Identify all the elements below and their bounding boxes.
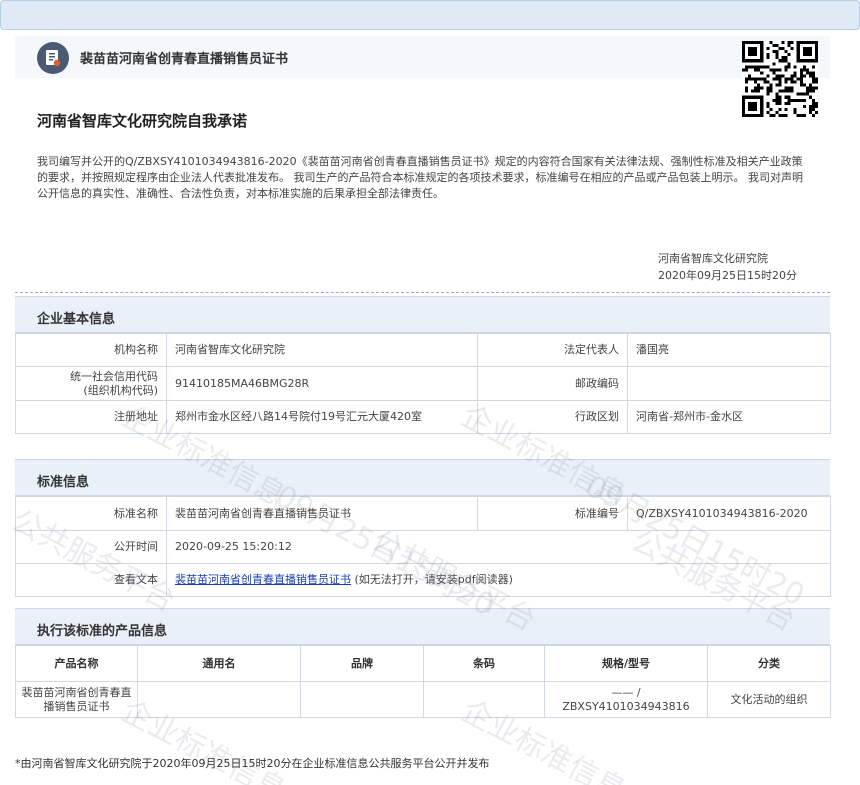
standard-code-label: 标准编号 <box>477 496 628 531</box>
qr-code-icon <box>742 41 818 117</box>
pledge-org: 河南省智库文化研究院 <box>658 252 768 265</box>
col-common-name: 通用名 <box>137 645 301 682</box>
products-header: 执行该标准的产品信息 <box>15 608 830 645</box>
basic-info-table: 机构名称 河南省智库文化研究院 法定代表人 潘国亮 统一社会信用代码 (组织机构… <box>15 333 831 434</box>
category-cell: 文化活动的组织 <box>707 681 831 718</box>
standard-name-value: 裴苗苗河南省创青春直播销售员证书 <box>166 496 478 531</box>
table-row: 查看文本 裴苗苗河南省创青春直播销售员证书 (如无法打开，请安装pdf阅读器) <box>15 563 831 597</box>
products-title: 执行该标准的产品信息 <box>37 624 168 639</box>
org-name-value: 河南省智库文化研究院 <box>166 333 478 367</box>
view-text-cell: 裴苗苗河南省创青春直播销售员证书 (如无法打开，请安装pdf阅读器) <box>166 563 831 597</box>
barcode-cell <box>423 681 545 718</box>
browser-top-bar <box>0 0 860 30</box>
product-name-cell: 裴苗苗河南省创青春直播销售员证书 <box>15 681 138 718</box>
postal-code-value <box>627 366 831 401</box>
table-row: 统一社会信用代码 (组织机构代码) 91410185MA46BMG28R 邮政编… <box>15 366 831 401</box>
table-row: 公开时间 2020-09-25 15:20:12 <box>15 530 831 564</box>
basic-info-title: 企业基本信息 <box>37 312 116 327</box>
section-divider <box>15 292 830 293</box>
standard-info-title: 标准信息 <box>37 475 90 490</box>
table-header-row: 产品名称 通用名 品牌 条码 规格/型号 分类 <box>15 645 831 682</box>
pdf-reader-hint: (如无法打开，请安装pdf阅读器) <box>351 573 513 586</box>
pledge-body: 我司编写并公开的Q/ZBXSY4101034943816-2020《裴苗苗河南省… <box>37 155 803 200</box>
common-name-cell <box>137 681 301 718</box>
legal-rep-value: 潘国亮 <box>627 333 831 367</box>
standard-code-value: Q/ZBXSY4101034943816-2020 <box>627 496 831 531</box>
col-spec: 规格/型号 <box>544 645 708 682</box>
publish-time-label: 公开时间 <box>15 530 167 564</box>
table-row: 标准名称 裴苗苗河南省创青春直播销售员证书 标准编号 Q/ZBXSY410103… <box>15 496 831 531</box>
pledge-date: 2020年09月25日15时20分 <box>658 269 797 282</box>
spec-cell: —— / ZBXSY4101034943816 <box>544 681 708 718</box>
table-row: 机构名称 河南省智库文化研究院 法定代表人 潘国亮 <box>15 333 831 367</box>
address-label: 注册地址 <box>15 400 167 434</box>
brand-cell <box>300 681 424 718</box>
pledge-signature: 河南省智库文化研究院 2020年09月25日15时20分 <box>658 250 797 284</box>
col-category: 分类 <box>707 645 831 682</box>
certificate-page: 裴苗苗河南省创青春直播销售员证书 河南省智库文化研究院自我承诺 我司编写并公开的… <box>6 36 831 785</box>
publish-time-value: 2020-09-25 15:20:12 <box>166 530 831 564</box>
address-value: 郑州市金水区经八路14号院付19号汇元大厦420室 <box>166 400 478 434</box>
standard-name-label: 标准名称 <box>15 496 167 531</box>
credit-code-label: 统一社会信用代码 (组织机构代码) <box>15 366 167 401</box>
credit-code-label-line1: 统一社会信用代码 <box>70 369 158 383</box>
legal-rep-label: 法定代表人 <box>477 333 628 367</box>
col-product-name: 产品名称 <box>15 645 138 682</box>
certificate-badge-icon <box>37 42 69 74</box>
certificate-header: 裴苗苗河南省创青春直播销售员证书 <box>15 36 830 78</box>
col-barcode: 条码 <box>423 645 545 682</box>
view-text-label: 查看文本 <box>15 563 167 597</box>
standard-pdf-link[interactable]: 裴苗苗河南省创青春直播销售员证书 <box>175 573 351 586</box>
region-value: 河南省-郑州市-金水区 <box>627 400 831 434</box>
credit-code-label-line2: (组织机构代码) <box>83 383 158 397</box>
basic-info-header: 企业基本信息 <box>15 296 830 333</box>
region-label: 行政区划 <box>477 400 628 434</box>
products-table: 产品名称 通用名 品牌 条码 规格/型号 分类 裴苗苗河南省创青春直播销售员证书… <box>15 645 831 718</box>
credit-code-value: 91410185MA46BMG28R <box>166 366 478 401</box>
org-name-label: 机构名称 <box>15 333 167 367</box>
table-row: 注册地址 郑州市金水区经八路14号院付19号汇元大厦420室 行政区划 河南省-… <box>15 400 831 434</box>
col-brand: 品牌 <box>300 645 424 682</box>
footer-note: *由河南省智库文化研究院于2020年09月25日15时20分在企业标准信息公共服… <box>15 757 490 770</box>
standard-info-table: 标准名称 裴苗苗河南省创青春直播销售员证书 标准编号 Q/ZBXSY410103… <box>15 496 831 597</box>
table-row: 裴苗苗河南省创青春直播销售员证书 —— / ZBXSY4101034943816… <box>15 681 831 718</box>
standard-info-header: 标准信息 <box>15 459 830 496</box>
certificate-title: 裴苗苗河南省创青春直播销售员证书 <box>80 52 289 67</box>
postal-code-label: 邮政编码 <box>477 366 628 401</box>
pledge-title: 河南省智库文化研究院自我承诺 <box>37 112 248 130</box>
